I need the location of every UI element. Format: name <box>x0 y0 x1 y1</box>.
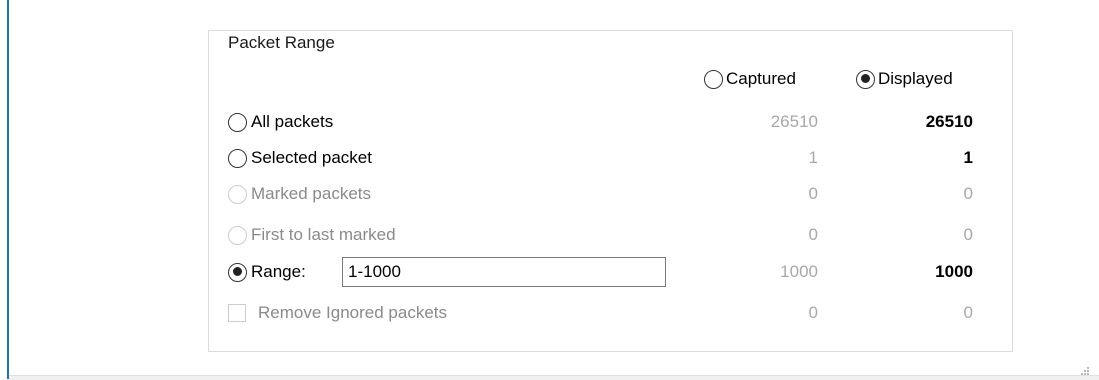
selected-packet-radio[interactable] <box>228 148 247 168</box>
captured-radio[interactable] <box>704 69 723 89</box>
marked-packets-displayed-count: 0 <box>963 184 973 203</box>
all-packets-label: All packets <box>251 112 334 131</box>
displayed-option[interactable]: Displayed <box>856 66 953 92</box>
range-input[interactable] <box>342 257 666 287</box>
selected-packet-displayed-count: 1 <box>963 148 973 167</box>
marked-packets-label: Marked packets <box>251 184 371 203</box>
marked-packets-radio[interactable] <box>228 184 247 204</box>
captured-option[interactable]: Captured <box>704 66 796 92</box>
remove-ignored-displayed-count: 0 <box>963 303 973 322</box>
remove-ignored-packets-option[interactable]: Remove Ignored packets <box>228 300 447 326</box>
range-label: Range: <box>251 262 306 281</box>
marked-packets-captured-count: 0 <box>808 184 818 203</box>
all-packets-option[interactable]: All packets <box>228 109 333 135</box>
range-displayed-count: 1000 <box>935 262 973 281</box>
first-to-last-marked-option[interactable]: First to last marked <box>228 222 396 248</box>
marked-packets-option[interactable]: Marked packets <box>228 181 371 207</box>
range-radio[interactable] <box>228 262 247 282</box>
all-packets-displayed-count: 26510 <box>925 112 973 131</box>
window-left-edge <box>7 0 9 379</box>
packet-range-title: Packet Range <box>224 32 339 54</box>
resize-grip-icon[interactable] <box>1081 367 1089 375</box>
all-packets-radio[interactable] <box>228 112 247 132</box>
remove-ignored-captured-count: 0 <box>808 303 818 322</box>
first-to-last-marked-radio[interactable] <box>228 225 247 245</box>
first-to-last-marked-label: First to last marked <box>251 225 396 244</box>
all-packets-captured-count: 26510 <box>770 112 818 131</box>
captured-label: Captured <box>726 69 796 88</box>
range-option[interactable]: Range: <box>228 259 306 285</box>
selected-packet-option[interactable]: Selected packet <box>228 145 372 171</box>
displayed-radio[interactable] <box>856 69 875 89</box>
selected-packet-captured-count: 1 <box>808 148 818 167</box>
remove-ignored-packets-label: Remove Ignored packets <box>258 303 447 322</box>
first-to-last-marked-captured-count: 0 <box>808 225 818 244</box>
remove-ignored-packets-checkbox[interactable] <box>228 304 246 322</box>
dialog-bottom-edge <box>9 375 1099 380</box>
selected-packet-label: Selected packet <box>251 148 372 167</box>
displayed-label: Displayed <box>878 69 953 88</box>
range-captured-count: 1000 <box>780 262 818 281</box>
first-to-last-marked-displayed-count: 0 <box>963 225 973 244</box>
